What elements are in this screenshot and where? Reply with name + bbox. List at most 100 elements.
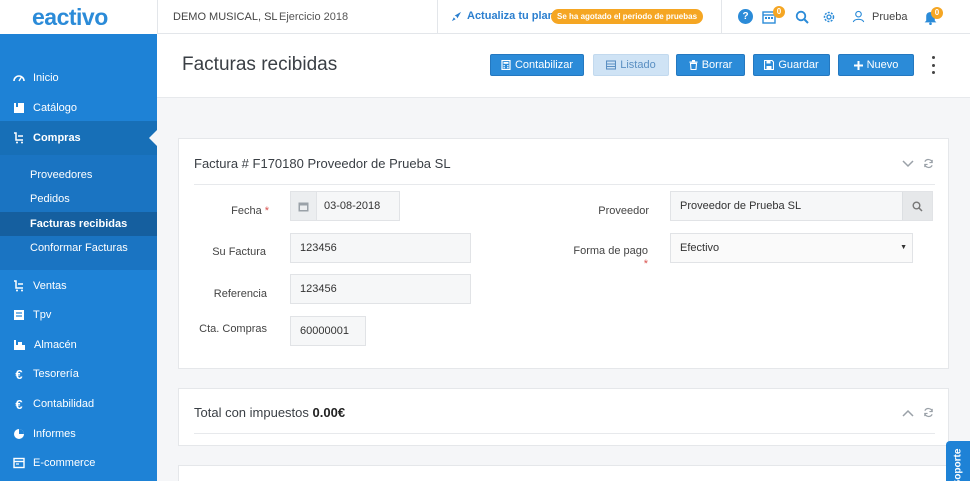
totals-label: Total con impuestos: [194, 405, 309, 420]
app-logo[interactable]: eactivo: [32, 4, 108, 31]
fecha-value: 03-08-2018: [324, 200, 381, 212]
more-options-icon[interactable]: [930, 56, 936, 74]
gear-icon[interactable]: [821, 9, 836, 24]
invoice-card: Factura # F170180 Proveedor de Prueba SL…: [178, 138, 949, 369]
proveedor-label: Proveedor: [598, 205, 649, 217]
forma-pago-label-text: Forma de pago: [573, 245, 648, 257]
search-icon[interactable]: [794, 9, 809, 24]
sidebar-item-almacen[interactable]: Almacén: [0, 332, 157, 358]
calendar-icon[interactable]: [291, 192, 317, 220]
sidebar-item-ecommerce[interactable]: E-commerce: [0, 450, 157, 476]
sidebar: Inicio Catálogo Compras Proveedores Pedi…: [0, 34, 157, 481]
sidebar-item-tesoreria[interactable]: € Tesorería: [0, 361, 157, 387]
euro-icon: €: [15, 366, 23, 382]
rocket-icon: [451, 11, 462, 21]
exercise-year[interactable]: Ejercicio 2018: [279, 11, 348, 23]
logo-area: eactivo: [0, 0, 157, 34]
cta-compras-label: Cta. Compras: [199, 323, 267, 335]
save-icon: [764, 60, 775, 70]
calculator-icon: [501, 60, 511, 70]
submenu-item-facturas-recibidas[interactable]: Facturas recibidas: [0, 212, 157, 236]
referencia-value: 123456: [300, 283, 337, 295]
cta-compras-value: 60000001: [300, 325, 349, 337]
divider: [721, 0, 722, 34]
sidebar-item-label: Ventas: [33, 280, 67, 292]
fecha-label: Fecha *: [199, 205, 269, 217]
divider: [437, 0, 438, 34]
sidebar-item-compras[interactable]: Compras: [0, 121, 157, 155]
sidebar-item-label: Tesorería: [33, 368, 79, 380]
su-factura-label: Su Factura: [212, 246, 266, 258]
user-icon: [852, 10, 865, 23]
fecha-field[interactable]: 03-08-2018: [290, 191, 400, 221]
cart-icon: [14, 132, 23, 144]
divider: [157, 0, 158, 34]
listado-button[interactable]: Listado: [593, 54, 669, 76]
sidebar-item-label: Compras: [33, 132, 81, 144]
cta-compras-field[interactable]: 60000001: [290, 316, 366, 346]
plus-icon: [853, 60, 863, 70]
refresh-icon[interactable]: [923, 407, 934, 418]
nuevo-button[interactable]: Nuevo: [838, 54, 914, 76]
sidebar-item-informes[interactable]: Informes: [0, 421, 157, 447]
submenu-item-conformar-facturas[interactable]: Conformar Facturas: [0, 236, 157, 260]
sidebar-item-label: Contabilidad: [33, 398, 95, 410]
referencia-field[interactable]: 123456: [290, 274, 471, 304]
trial-expired-badge: Se ha agotado el periodo de pruebas: [551, 9, 704, 24]
guardar-label: Guardar: [778, 59, 819, 71]
totals-card: Total con impuestos 0.00€: [178, 388, 949, 446]
listado-label: Listado: [620, 59, 656, 71]
guardar-button[interactable]: Guardar: [753, 54, 830, 76]
sidebar-item-catalogo[interactable]: Catálogo: [0, 95, 157, 121]
caret-down-icon: ▼: [900, 244, 907, 251]
proveedor-value: Proveedor de Prueba SL: [680, 200, 802, 212]
dashboard-icon: [13, 75, 25, 82]
support-tab[interactable]: Soporte: [946, 441, 970, 481]
contabilizar-button[interactable]: Contabilizar: [490, 54, 584, 76]
catalog-icon: [14, 103, 24, 113]
help-icon[interactable]: ?: [738, 9, 753, 24]
user-menu[interactable]: Prueba: [852, 10, 907, 23]
notifications-count-badge: 0: [931, 7, 943, 19]
logo-text: eactivo: [32, 4, 108, 30]
trash-icon: [689, 60, 698, 70]
contabilizar-label: Contabilizar: [514, 59, 574, 71]
sidebar-item-contabilidad[interactable]: € Contabilidad: [0, 391, 157, 417]
sidebar-item-tpv[interactable]: Tpv: [0, 302, 157, 328]
sidebar-item-label: Tpv: [33, 309, 52, 321]
upgrade-plan-link[interactable]: Actualiza tu plan: [451, 10, 554, 22]
totals-title: Total con impuestos 0.00€: [194, 405, 345, 420]
forma-pago-select[interactable]: Efectivo ▼: [670, 233, 913, 263]
page-title: Facturas recibidas: [182, 54, 338, 75]
calendar-count-badge: 0: [773, 6, 785, 18]
referencia-label: Referencia: [213, 288, 267, 300]
top-bar: eactivo DEMO MUSICAL, SL Ejercicio 2018 …: [0, 0, 970, 34]
submenu-item-proveedores[interactable]: Proveedores: [0, 163, 157, 187]
compras-submenu: Proveedores Pedidos Facturas recibidas C…: [0, 155, 157, 270]
nuevo-label: Nuevo: [866, 59, 899, 71]
sidebar-item-label: Almacén: [34, 339, 77, 351]
list-icon: [606, 60, 617, 70]
search-icon[interactable]: [902, 192, 932, 220]
proveedor-field[interactable]: Proveedor de Prueba SL: [670, 191, 933, 221]
chevron-down-icon[interactable]: [902, 159, 914, 168]
chevron-up-icon[interactable]: [902, 409, 914, 417]
required-marker: *: [643, 258, 648, 270]
submenu-item-pedidos[interactable]: Pedidos: [0, 187, 157, 211]
borrar-button[interactable]: Borrar: [676, 54, 745, 76]
sales-icon: [14, 280, 23, 292]
lines-card: [178, 465, 949, 481]
warehouse-icon: [14, 340, 25, 350]
company-name[interactable]: DEMO MUSICAL, SL: [173, 11, 278, 23]
divider: [194, 433, 935, 434]
fecha-label-text: Fecha: [231, 205, 262, 217]
refresh-icon[interactable]: [923, 158, 934, 169]
active-indicator: [149, 130, 157, 146]
su-factura-field[interactable]: 123456: [290, 233, 471, 263]
borrar-label: Borrar: [701, 59, 733, 71]
sidebar-item-label: Informes: [33, 428, 76, 440]
forma-pago-value: Efectivo: [680, 242, 720, 254]
page-header: Facturas recibidas Contabilizar Listado …: [157, 34, 970, 98]
sidebar-item-inicio[interactable]: Inicio: [0, 65, 157, 91]
sidebar-item-ventas[interactable]: Ventas: [0, 273, 157, 299]
